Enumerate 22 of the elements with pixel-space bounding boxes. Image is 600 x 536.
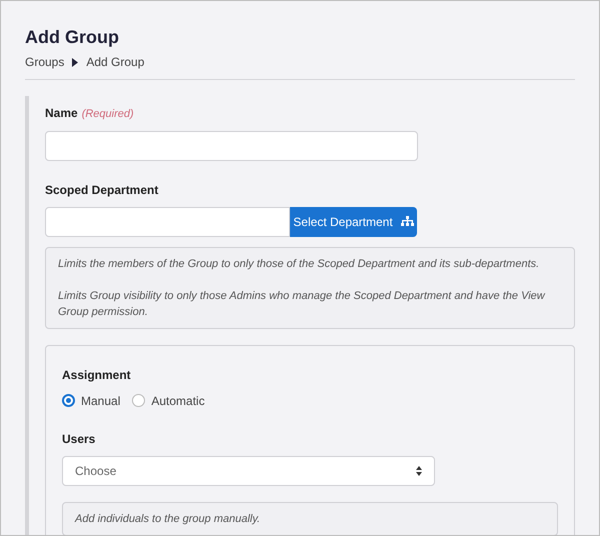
field-label: Users (62, 430, 96, 448)
name-input[interactable] (45, 130, 418, 160)
radio-button[interactable] (62, 394, 75, 407)
department-input[interactable] (45, 206, 290, 236)
page-title: Add Group (25, 26, 120, 49)
field-label: Name (45, 105, 78, 122)
help-text: Limits Group visibility to only those Admins who manage the Scoped Department and have the View Group permission. (58, 288, 546, 320)
sort-caret-icon (416, 466, 422, 476)
help-box: Add individuals to the group manually. (62, 502, 558, 535)
radio-option[interactable]: Manual (62, 392, 120, 410)
hierarchy-icon (400, 216, 414, 227)
help-text: Limits the members of the Group to only those of the Scoped Department and its sub-departments. (58, 256, 540, 272)
breadcrumb-link[interactable]: Groups (25, 53, 64, 71)
caret-icon (72, 58, 78, 66)
select-department-button[interactable]: Select Department (290, 206, 417, 236)
breadcrumb-current: Add Group (86, 54, 144, 71)
radio-button[interactable] (132, 394, 146, 407)
required-note: (Required) (82, 107, 134, 122)
radio-option[interactable]: Automatic (132, 392, 205, 410)
field-label: Assignment (62, 366, 132, 384)
users-select[interactable]: Choose (62, 456, 435, 486)
field-label: Scoped Department (45, 182, 160, 198)
